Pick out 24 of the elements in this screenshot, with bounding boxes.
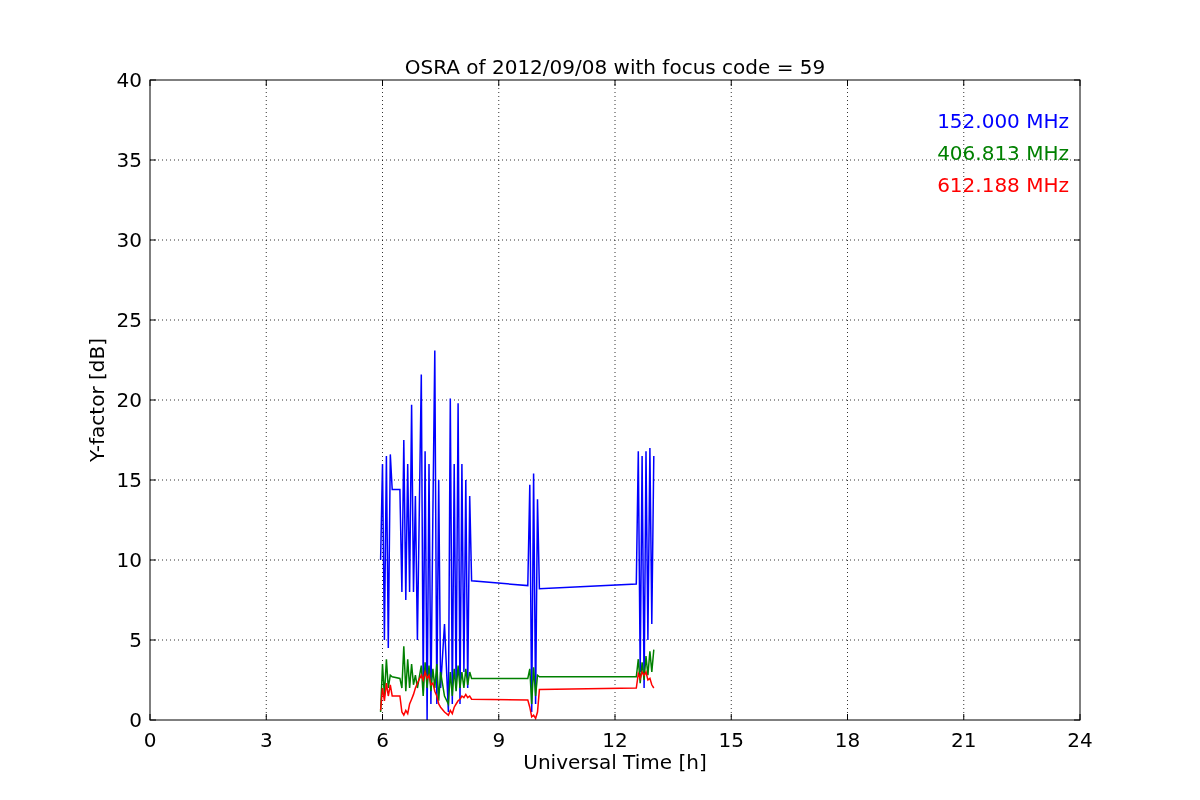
tick-label: 6	[376, 728, 389, 752]
tick-label: 21	[951, 728, 977, 752]
legend-label: 406.813 MHz	[937, 141, 1069, 165]
tick-label: 15	[116, 468, 142, 492]
tick-label: 40	[116, 68, 142, 92]
tick-label: 5	[129, 628, 142, 652]
tick-label: 3	[259, 728, 273, 752]
tick-label: 0	[129, 708, 142, 732]
chart-title: OSRA of 2012/09/08 with focus code = 59	[404, 55, 826, 79]
tick-label: 9	[492, 728, 506, 752]
tick-label: 20	[116, 388, 142, 412]
tick-label: 0	[143, 728, 157, 752]
legend-label: 612.188 MHz	[937, 173, 1069, 197]
tick-label: 12	[602, 728, 628, 752]
tick-label: 18	[834, 728, 861, 752]
axis-label: Universal Time [h]	[523, 750, 707, 774]
tick-label: 10	[116, 548, 142, 572]
tick-label: 15	[718, 728, 744, 752]
tick-label: 25	[116, 308, 142, 332]
axis-label: Y-factor [dB]	[85, 338, 109, 462]
tick-label: 30	[116, 228, 142, 252]
tick-label: 24	[1067, 728, 1093, 752]
tick-label: 35	[116, 148, 142, 172]
legend-label: 152.000 MHz	[937, 109, 1069, 133]
